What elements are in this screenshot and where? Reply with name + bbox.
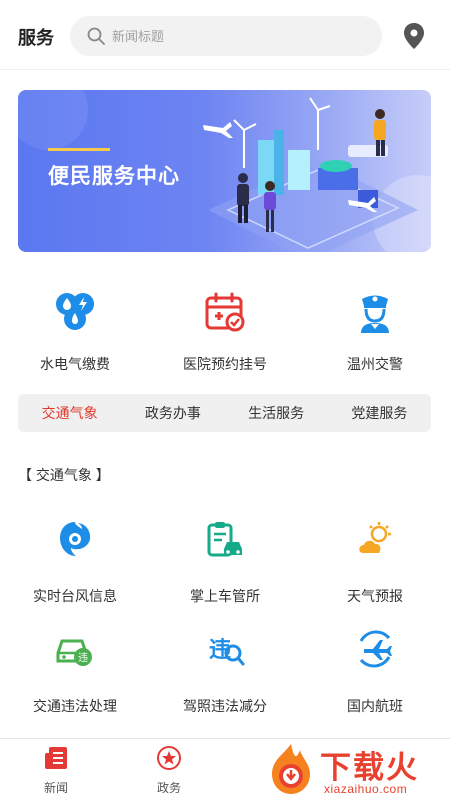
category-tabs: 交通气象 政务办事 生活服务 党建服务 <box>18 394 431 432</box>
airplane-icon <box>359 630 392 668</box>
service-center-banner[interactable]: 便民服务中心 <box>18 90 431 252</box>
grid-item-license-violation[interactable]: 违 驾照违法减分 <box>150 625 300 725</box>
banner-title: 便民服务中心 <box>48 165 180 188</box>
news-icon <box>45 747 67 769</box>
grid-label-weather: 天气预报 <box>347 588 403 604</box>
grid-item-typhoon[interactable]: 实时台风信息 <box>0 515 150 615</box>
nav-label-government: 政务 <box>156 781 181 795</box>
top-header: 服务 <box>0 0 450 70</box>
nav-item-news[interactable]: 新闻 <box>26 745 86 796</box>
typhoon-icon <box>60 522 91 556</box>
grid-label-traffic-violation: 交通违法处理 <box>33 698 117 714</box>
utilities-icon <box>56 293 94 330</box>
star-badge-icon <box>157 746 181 770</box>
quick-label-utilities: 水电气缴费 <box>40 356 110 372</box>
police-icon <box>361 295 389 333</box>
tab-government[interactable]: 政务办事 <box>121 394 224 432</box>
quick-services: 水电气缴费 医院预约挂号 温州交警 <box>0 285 450 385</box>
tab-party-services[interactable]: 党建服务 <box>328 394 431 432</box>
quick-item-police[interactable]: 温州交警 <box>300 285 450 385</box>
quick-item-utilities[interactable]: 水电气缴费 <box>0 285 150 385</box>
search-bar[interactable] <box>70 16 382 56</box>
page-title: 服务 <box>18 28 54 48</box>
grid-label-license-violation: 驾照违法减分 <box>183 698 267 714</box>
vehicle-office-icon <box>207 522 242 557</box>
quick-label-hospital: 医院预约挂号 <box>183 356 267 372</box>
watermark-text: 下载火 <box>320 750 419 785</box>
svg-text:违: 违 <box>78 652 88 664</box>
search-input[interactable] <box>112 16 362 56</box>
watermark-url: xiazaihuo.com <box>324 782 408 796</box>
download-site-watermark: 下载火 xiazaihuo.com <box>262 738 450 800</box>
grid-item-weather[interactable]: 天气预报 <box>300 515 450 615</box>
grid-label-typhoon: 实时台风信息 <box>33 588 117 604</box>
quick-item-hospital[interactable]: 医院预约挂号 <box>150 285 300 385</box>
section-title: 【 交通气象 】 <box>18 467 110 483</box>
hospital-calendar-icon <box>205 292 245 332</box>
grid-label-domestic-flights: 国内航班 <box>347 698 403 714</box>
banner-accent-line <box>48 148 110 151</box>
search-icon <box>87 27 105 45</box>
quick-label-police: 温州交警 <box>347 356 403 372</box>
flame-logo-icon <box>272 744 310 794</box>
grid-item-traffic-violation[interactable]: 违 交通违法处理 <box>0 625 150 725</box>
grid-item-domestic-flights[interactable]: 国内航班 <box>300 625 450 725</box>
license-violation-icon: 违 <box>209 637 245 666</box>
grid-item-vehicle-office[interactable]: 掌上车管所 <box>150 515 300 615</box>
tab-traffic-weather[interactable]: 交通气象 <box>18 394 121 432</box>
traffic-violation-car-icon: 违 <box>56 639 92 666</box>
nav-item-government[interactable]: 政务 <box>139 745 199 796</box>
location-pin-icon[interactable] <box>402 22 426 50</box>
tab-life-services[interactable]: 生活服务 <box>225 394 328 432</box>
grid-label-vehicle-office: 掌上车管所 <box>190 588 260 604</box>
weather-icon <box>359 522 391 553</box>
nav-label-news: 新闻 <box>43 781 68 795</box>
